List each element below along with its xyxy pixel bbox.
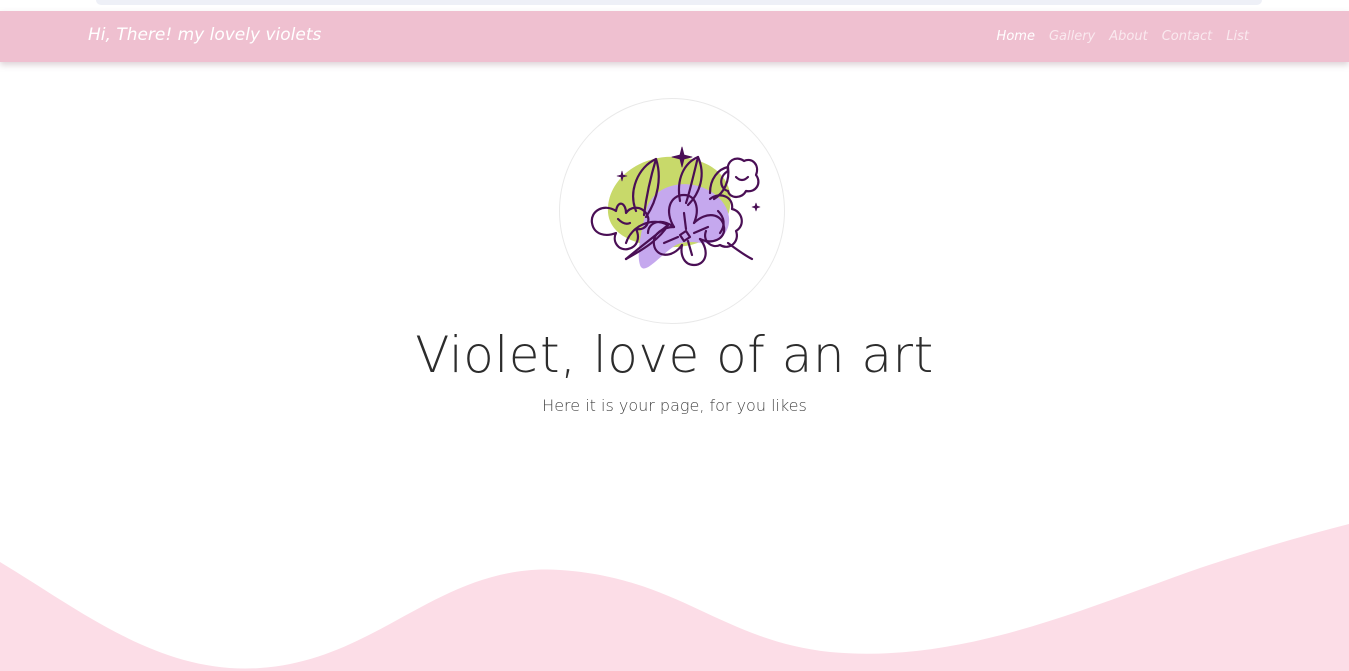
nav-link-about[interactable]: About bbox=[1109, 29, 1147, 44]
top-strip-bar bbox=[96, 0, 1262, 5]
hero-subtitle: Here it is your page, for you likes bbox=[542, 396, 807, 415]
hero-logo bbox=[559, 98, 785, 324]
brand-link[interactable]: Hi, There! my lovely violets bbox=[88, 25, 321, 45]
nav-links: Home Gallery About Contact List bbox=[997, 29, 1249, 44]
nav-link-gallery[interactable]: Gallery bbox=[1049, 29, 1095, 44]
nav-link-home[interactable]: Home bbox=[997, 29, 1035, 44]
decorative-wave bbox=[0, 524, 1349, 671]
navbar: Hi, There! my lovely violets Home Galler… bbox=[0, 11, 1349, 62]
browser-top-strip bbox=[0, 0, 1349, 11]
nav-link-contact[interactable]: Contact bbox=[1162, 29, 1213, 44]
nav-link-list[interactable]: List bbox=[1226, 29, 1249, 44]
violet-flower-logo-icon bbox=[590, 146, 761, 269]
hero-title: Violet, love of an art bbox=[415, 326, 934, 384]
